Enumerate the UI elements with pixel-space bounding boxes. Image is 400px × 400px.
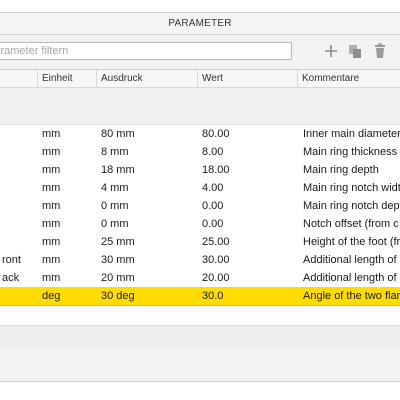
- cell-unit[interactable]: mm: [42, 269, 60, 287]
- cell-value[interactable]: 0.00: [202, 197, 223, 215]
- table-row[interactable]: mm 8 mm 8.00 Main ring thickness: [0, 143, 400, 162]
- cell-expression[interactable]: 18 mm: [101, 161, 135, 179]
- cell-expression[interactable]: 0 mm: [101, 215, 129, 233]
- cell-comment[interactable]: Inner main diameter: [303, 125, 400, 143]
- cell-expression[interactable]: 30 mm: [101, 251, 135, 269]
- table-row[interactable]: mm 25 mm 25.00 Height of the foot (fr: [0, 233, 400, 252]
- cell-value[interactable]: 30.0: [202, 287, 223, 305]
- table-row[interactable]: mm 0 mm 0.00 Notch offset (from c: [0, 215, 400, 234]
- cell-comment[interactable]: Height of the foot (fr: [303, 233, 400, 251]
- table-header: Einheit Ausdruck Wert Kommentare: [0, 70, 400, 88]
- cell-value[interactable]: 8.00: [202, 143, 223, 161]
- cell-unit[interactable]: mm: [42, 197, 60, 215]
- cell-expression[interactable]: 30 deg: [101, 287, 135, 305]
- cell-unit[interactable]: mm: [42, 215, 60, 233]
- cell-value[interactable]: 80.00: [202, 125, 230, 143]
- cell-value[interactable]: 4.00: [202, 179, 223, 197]
- dialog-title: PARAMETER: [0, 13, 400, 35]
- cell-comment[interactable]: Main ring notch dept: [303, 197, 400, 215]
- cell-unit[interactable]: mm: [42, 179, 60, 197]
- table-group-row: [0, 88, 400, 125]
- column-header-expression[interactable]: Ausdruck: [96, 70, 199, 87]
- table-row[interactable]: mm 4 mm 4.00 Main ring notch widt: [0, 179, 400, 198]
- toolbar: [0, 35, 400, 68]
- parameter-table: Einheit Ausdruck Wert Kommentare mm 80 mm…: [0, 69, 400, 326]
- cell-unit[interactable]: mm: [42, 251, 60, 269]
- cell-expression[interactable]: 25 mm: [101, 233, 135, 251]
- table-row[interactable]: ront mm 30 mm 30.00 Additional length of: [0, 251, 400, 270]
- column-header-value[interactable]: Wert: [197, 70, 298, 87]
- plus-icon[interactable]: [323, 43, 339, 59]
- cell-comment[interactable]: Angle of the two flar: [303, 287, 400, 305]
- cell-unit[interactable]: mm: [42, 233, 60, 251]
- cell-value[interactable]: 30.00: [202, 251, 230, 269]
- parameter-dialog: PARAMETER Einheit Ausdruck Wert Kommenta…: [0, 12, 400, 382]
- cell-unit[interactable]: mm: [42, 161, 60, 179]
- table-row[interactable]: mm 80 mm 80.00 Inner main diameter: [0, 125, 400, 144]
- cell-value[interactable]: 18.00: [202, 161, 230, 179]
- cell-expression[interactable]: 4 mm: [101, 179, 129, 197]
- cell-expression[interactable]: 0 mm: [101, 197, 129, 215]
- cell-comment[interactable]: Additional length of: [303, 251, 397, 269]
- cell-comment[interactable]: Main ring notch widt: [303, 179, 400, 197]
- cell-value[interactable]: 20.00: [202, 269, 230, 287]
- filter-input[interactable]: [0, 42, 292, 60]
- cell-value[interactable]: 0.00: [202, 215, 223, 233]
- cell-expression[interactable]: 20 mm: [101, 269, 135, 287]
- cell-comment[interactable]: Notch offset (from c: [303, 215, 399, 233]
- table-row[interactable]: ack mm 20 mm 20.00 Additional length of: [0, 269, 400, 288]
- trash-icon[interactable]: [372, 43, 388, 59]
- cell-name[interactable]: ack: [2, 269, 19, 287]
- cell-comment[interactable]: Additional length of: [303, 269, 397, 287]
- cell-unit[interactable]: deg: [42, 287, 60, 305]
- table-row[interactable]: mm 0 mm 0.00 Main ring notch dept: [0, 197, 400, 216]
- table-row[interactable]: mm 18 mm 18.00 Main ring depth: [0, 161, 400, 180]
- cell-expression[interactable]: 8 mm: [101, 143, 129, 161]
- cell-unit[interactable]: mm: [42, 143, 60, 161]
- copy-icon[interactable]: [347, 43, 363, 59]
- cell-comment[interactable]: Main ring thickness: [303, 143, 397, 161]
- cell-value[interactable]: 25.00: [202, 233, 230, 251]
- table-row[interactable]: deg 30 deg 30.0 Angle of the two flar: [0, 287, 400, 306]
- cell-comment[interactable]: Main ring depth: [303, 161, 379, 179]
- column-header-unit[interactable]: Einheit: [37, 70, 98, 87]
- column-header-comments[interactable]: Kommentare: [297, 70, 400, 87]
- cell-name[interactable]: ront: [2, 251, 21, 269]
- cell-unit[interactable]: mm: [42, 125, 60, 143]
- dialog-footer: [0, 325, 400, 346]
- cell-expression[interactable]: 80 mm: [101, 125, 135, 143]
